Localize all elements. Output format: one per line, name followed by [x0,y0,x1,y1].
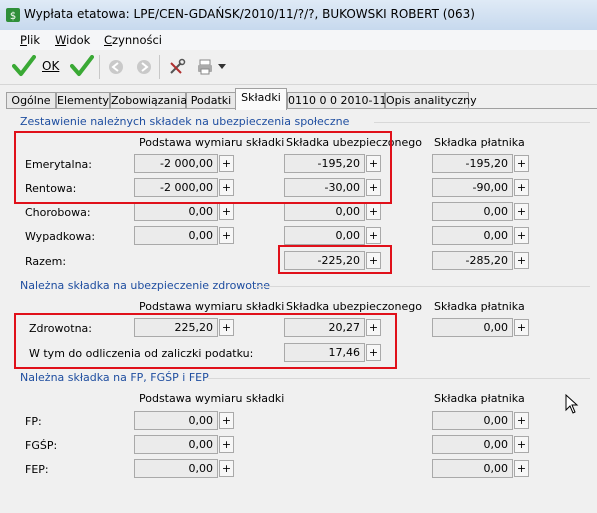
field-chorobowa-insured[interactable]: 0,00 [284,202,365,221]
field-chorobowa-base[interactable]: 0,00 [134,202,218,221]
svg-text:$: $ [10,11,16,22]
tab-opis-analityczny[interactable]: Opis analityczny [385,92,477,109]
field-emerytalna-payer[interactable]: -195,20 [432,154,513,173]
plus-button[interactable]: + [219,412,234,429]
tab-ogolne[interactable]: Ogólne [6,92,56,109]
label-wypadkowa: Wypadkowa: [25,230,96,243]
field-fep-base[interactable]: 0,00 [134,459,218,478]
mouse-cursor-icon [565,394,579,414]
field-wypadkowa-insured[interactable]: 0,00 [284,226,365,245]
section-divider [374,122,590,123]
header-payer: Składka płatnika [434,300,525,313]
section-divider [208,378,590,379]
title-bar: $ Wypłata etatowa: LPE/CEN-GDAŃSK/2010/1… [0,0,597,31]
checkmark-icon [12,55,36,76]
label-chorobowa: Chorobowa: [25,206,91,219]
field-fep-payer[interactable]: 0,00 [432,459,513,478]
ok-label: OK [42,59,60,73]
ok-button[interactable]: OK [8,53,68,79]
field-wypadkowa-payer[interactable]: 0,00 [432,226,513,245]
app-icon: $ [6,8,20,22]
plus-button[interactable]: + [514,203,529,220]
field-fp-base[interactable]: 0,00 [134,411,218,430]
plus-button[interactable]: + [514,227,529,244]
plus-button[interactable]: + [514,252,529,269]
label-fep: FEP: [25,463,49,476]
tab-zobowiazania[interactable]: Zobowiązania [110,92,187,109]
label-razem: Razem: [25,255,67,268]
field-fp-payer[interactable]: 0,00 [432,411,513,430]
dropdown-arrow-icon[interactable] [218,64,226,70]
field-rentowa-payer[interactable]: -90,00 [432,178,513,197]
menu-plik[interactable]: Plik [20,33,40,47]
tab-elementy[interactable]: Elementy [56,92,110,109]
field-fgsp-payer[interactable]: 0,00 [432,435,513,454]
plus-button[interactable]: + [219,203,234,220]
highlight-box [14,313,397,369]
header-payer: Składka płatnika [434,392,525,405]
menu-widok[interactable]: Widok [55,33,90,47]
printer-icon[interactable] [196,58,214,76]
tab-podatki[interactable]: Podatki [186,92,236,109]
tab-skladki[interactable]: Składki [235,88,287,110]
section-divider [255,286,590,287]
field-chorobowa-payer[interactable]: 0,00 [432,202,513,221]
menu-czynnosci[interactable]: Czynności [104,33,162,47]
label-fgsp: FGŚP: [25,439,58,452]
previous-icon[interactable] [108,59,124,75]
section-title-funds: Należna składka na FP, FGŚP i FEP [20,371,209,384]
plus-button[interactable]: + [514,179,529,196]
tools-icon[interactable] [168,58,186,76]
toolbar-separator [159,55,160,79]
header-payer: Składka płatnika [434,136,525,149]
header-insured: Składka ubezpieczonego [286,300,422,313]
plus-button[interactable]: + [514,412,529,429]
plus-button[interactable]: + [514,155,529,172]
window-title: Wypłata etatowa: LPE/CEN-GDAŃSK/2010/11/… [24,7,475,21]
plus-button[interactable]: + [514,319,529,336]
field-razem-payer[interactable]: -285,20 [432,251,513,270]
field-zdrowotna-payer[interactable]: 0,00 [432,318,513,337]
highlight-box [14,131,392,204]
field-wypadkowa-base[interactable]: 0,00 [134,226,218,245]
plus-button[interactable]: + [366,203,381,220]
plus-button[interactable]: + [219,460,234,477]
toolbar-separator [99,55,100,79]
section-title-health: Należna składka na ubezpieczenie zdrowot… [20,279,271,292]
header-base: Podstawa wymiaru składki [139,300,285,313]
plus-button[interactable]: + [366,227,381,244]
save-checkmark-icon[interactable] [70,55,94,77]
label-fp: FP: [25,415,42,428]
plus-button[interactable]: + [514,436,529,453]
plus-button[interactable]: + [219,436,234,453]
highlight-box [278,245,392,274]
next-icon[interactable] [136,59,152,75]
tab-okres[interactable]: 0110 0 0 2010-11 [287,92,386,109]
plus-button[interactable]: + [514,460,529,477]
plus-button[interactable]: + [219,227,234,244]
section-title-social: Zestawienie należnych składek na ubezpie… [20,115,350,128]
header-base: Podstawa wymiaru składki [139,392,285,405]
field-fgsp-base[interactable]: 0,00 [134,435,218,454]
